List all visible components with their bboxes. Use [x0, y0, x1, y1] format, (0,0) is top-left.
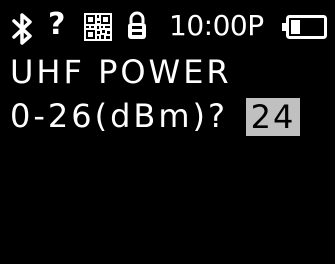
- bluetooth-icon: [10, 12, 36, 50]
- screen-title: UHF POWER: [10, 53, 232, 91]
- unknown-status-icon: ?: [48, 7, 66, 42]
- qr-code-icon: [84, 13, 112, 45]
- battery-icon: [282, 15, 328, 43]
- prompt-label: 0-26(dBm)?: [10, 97, 229, 135]
- clock-time: 10:00P: [169, 9, 264, 42]
- power-prompt-row: 0-26(dBm)? 24: [10, 96, 330, 140]
- status-bar: ? 10:00P: [0, 6, 335, 46]
- lock-icon: [126, 11, 148, 45]
- device-screen: ? 10:00P UHF POWER 0-26(dBm)? 24: [0, 0, 335, 264]
- power-value-field[interactable]: 24: [246, 98, 300, 136]
